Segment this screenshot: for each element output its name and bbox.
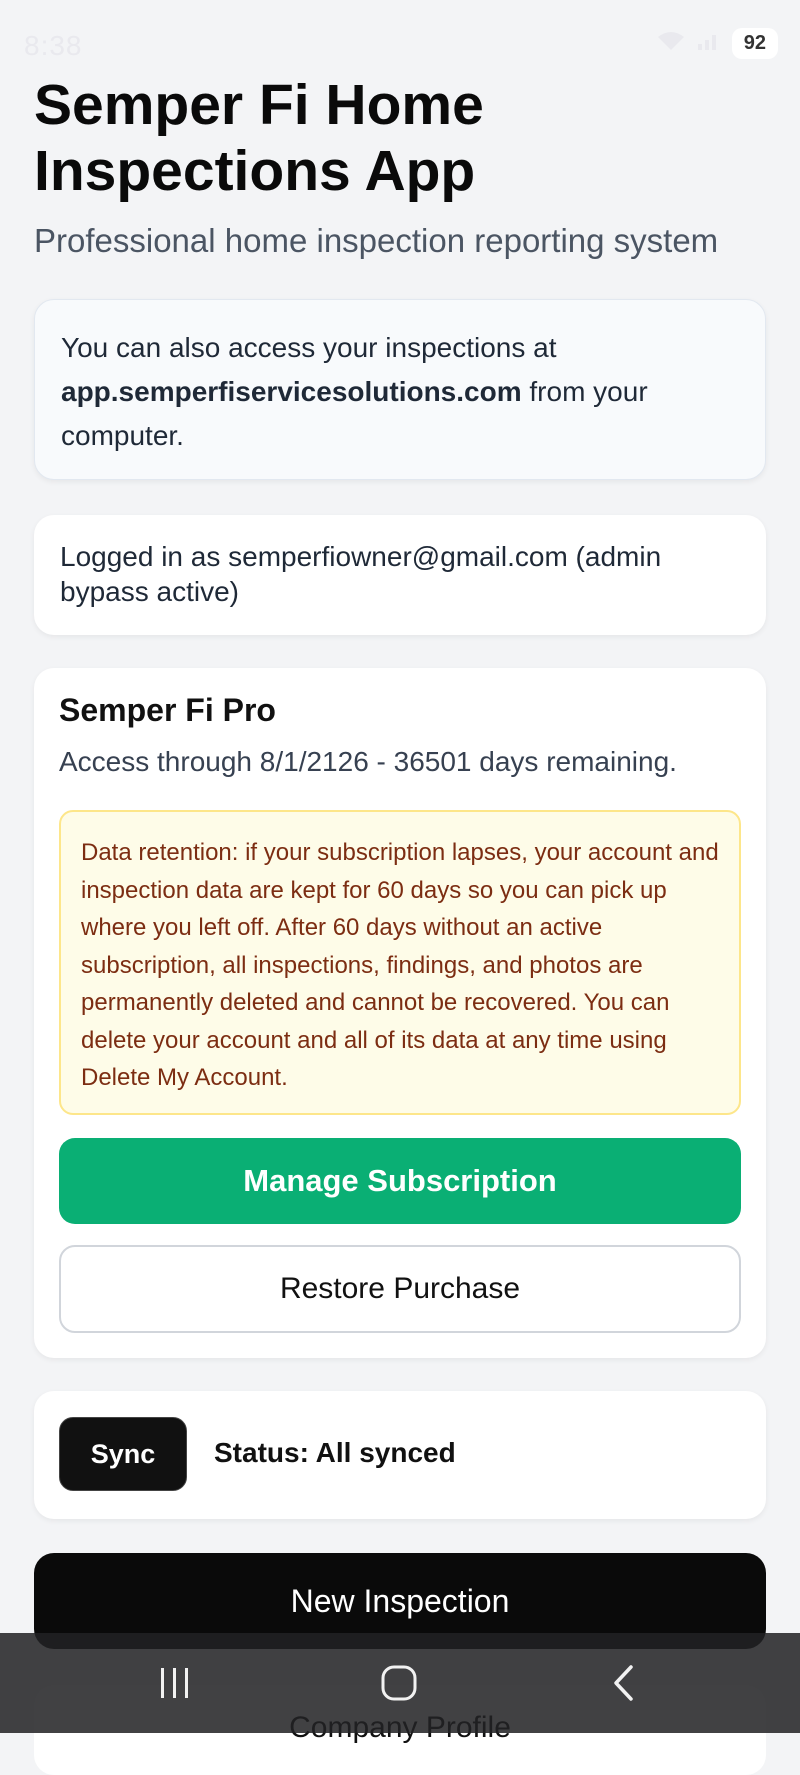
back-icon[interactable] (564, 1633, 684, 1733)
manage-subscription-button[interactable]: Manage Subscription (59, 1138, 741, 1224)
subscription-card: Semper Fi Pro Access through 8/1/2126 - … (34, 668, 766, 1358)
info-text-before: You can also access your inspections at (61, 332, 557, 363)
recents-icon[interactable] (115, 1633, 235, 1733)
signal-icon (696, 30, 722, 58)
wifi-icon (656, 30, 686, 58)
sync-status: Status: All synced (214, 1437, 456, 1468)
login-status-card: Logged in as semperfiowner@gmail.com (ad… (34, 515, 766, 635)
status-time: 8:38 (24, 30, 83, 61)
home-icon[interactable] (339, 1633, 459, 1733)
page-title: Semper Fi Home Inspections App (34, 73, 484, 203)
plan-name: Semper Fi Pro (59, 692, 276, 728)
web-app-link[interactable]: app.semperfiservicesolutions.com (61, 376, 522, 407)
sync-button[interactable]: Sync (59, 1417, 187, 1491)
data-retention-notice: Data retention: if your subscription lap… (59, 810, 741, 1115)
web-access-info-card: You can also access your inspections at … (34, 299, 766, 480)
restore-purchase-button[interactable]: Restore Purchase (59, 1245, 741, 1333)
page-subtitle: Professional home inspection reporting s… (34, 222, 719, 259)
access-expiry-text: Access through 8/1/2126 - 36501 days rem… (59, 746, 677, 777)
login-status-text: Logged in as semperfiowner@gmail.com (ad… (60, 541, 662, 607)
status-icons: 92 (656, 28, 778, 59)
battery-indicator: 92 (731, 28, 778, 59)
sync-card: Sync Status: All synced (34, 1391, 766, 1519)
system-navigation-bar (0, 1633, 800, 1733)
